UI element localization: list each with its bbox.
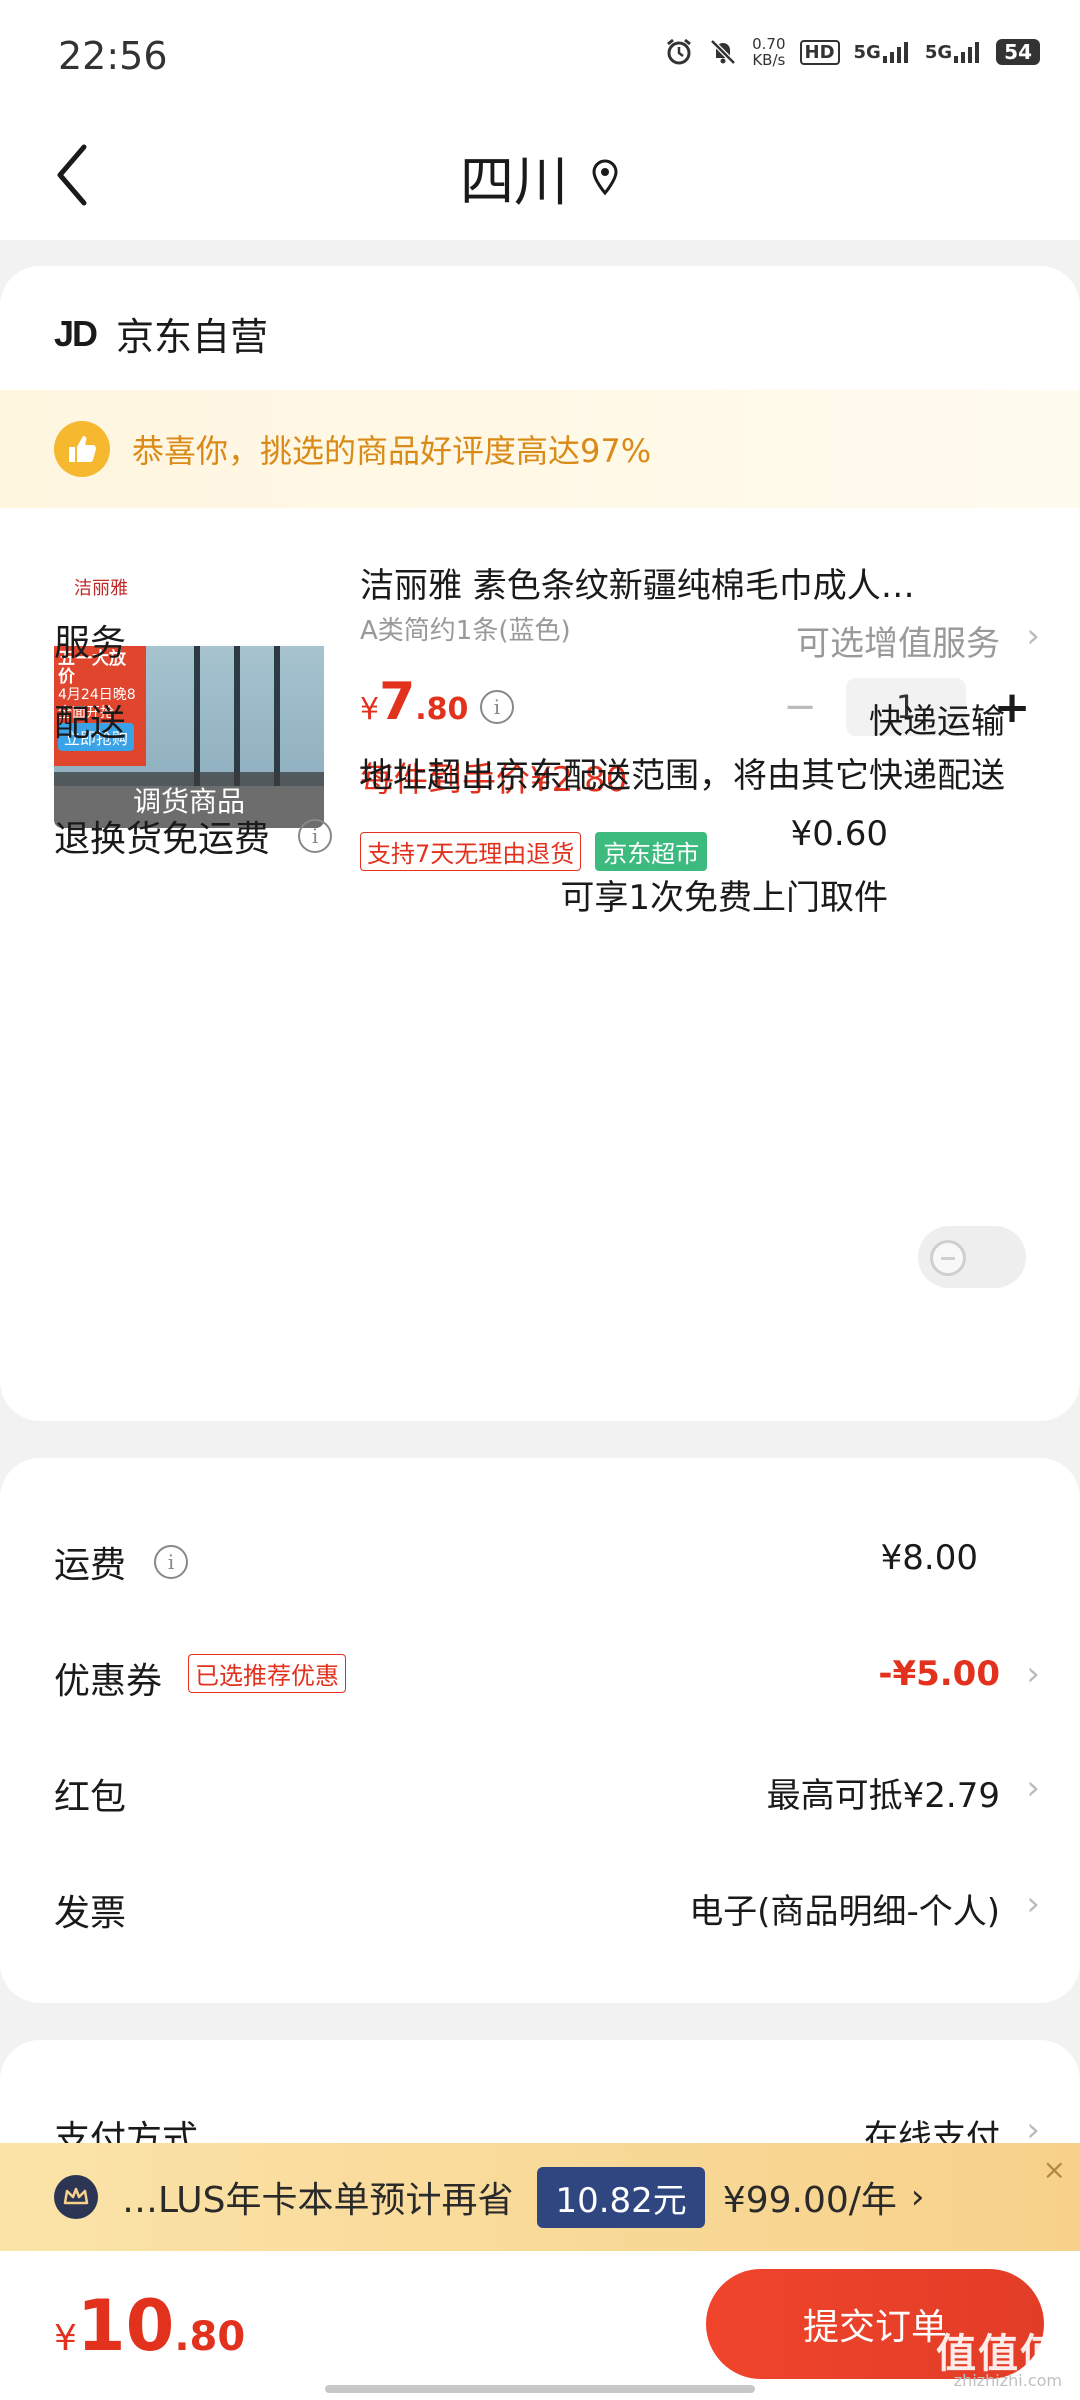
shipping-value: ¥8.00 [880, 1538, 978, 1578]
price-info-icon[interactable]: i [480, 690, 514, 724]
towel-stripe [194, 646, 200, 786]
page-title: 四川 [460, 150, 568, 213]
shop-row[interactable]: JD 京东自营 [54, 306, 268, 361]
invoice-label: 发票 [54, 1893, 127, 1934]
chevron-right-icon[interactable]: › [1026, 1654, 1040, 1694]
service-label: 服务 [54, 623, 127, 664]
chevron-right-icon[interactable]: › [1026, 1884, 1040, 1924]
towel-stripe [274, 646, 280, 786]
invoice-value[interactable]: 电子(商品明细-个人) [689, 1884, 1000, 1933]
plus-banner-text: …LUS年卡本单预计再省 [122, 2180, 514, 2221]
product-title[interactable]: 洁丽雅 素色条纹新疆纯棉毛巾成人… [360, 558, 1000, 607]
home-indicator[interactable] [325, 2385, 755, 2393]
return-info-icon[interactable]: i [298, 819, 333, 853]
delivery-value: 快递运输 [869, 702, 1005, 742]
status-icons: 0.70 KB/s HD 5G 5G 54 [664, 36, 1040, 68]
shipping-info-icon[interactable]: i [154, 1545, 189, 1579]
product-price: ¥ 7 .80 [360, 672, 469, 732]
close-icon[interactable]: × [1043, 2153, 1066, 2186]
supermarket-tag: 京东超市 [595, 832, 708, 871]
page-title-row[interactable]: 四川 [0, 137, 1080, 216]
product-card: JD 京东自营 恭喜你，挑选的商品好评度高达97% 洁丽雅 五一大放价 4月24… [0, 266, 1080, 1421]
thumbs-up-icon [54, 421, 110, 477]
status-bar: 22:56 0.70 KB/s HD 5G 5G 54 [0, 0, 1080, 115]
delivery-note: 地址超出京东配送范围，将由其它快递配送 [359, 756, 1005, 796]
net-speed: 0.70 KB/s [752, 35, 786, 69]
praise-banner: 恭喜你，挑选的商品好评度高达97% [0, 390, 1080, 508]
plus-price: ¥99.00/年 [722, 2180, 897, 2221]
return-shipping-toggle[interactable] [918, 1226, 1026, 1288]
redpacket-label: 红包 [54, 1777, 127, 1818]
alarm-icon [664, 37, 694, 67]
return-shipping-note: 可享1次免费上门取件 [560, 878, 888, 918]
coupon-label: 优惠券 [54, 1661, 163, 1702]
signal-icon: 5G [925, 41, 982, 63]
chevron-right-icon[interactable]: › [1026, 1768, 1040, 1808]
return-shipping-row: 退换货免运费 i [54, 810, 333, 862]
shipping-label: 运费 [54, 1545, 127, 1586]
return-shipping-label: 退换货免运费 [54, 819, 271, 860]
coupon-selected-tag: 已选推荐优惠 [188, 1654, 346, 1693]
location-pin-icon [592, 159, 618, 195]
toggle-knob [930, 1240, 966, 1276]
order-total: ¥ 10 .80 [54, 2285, 246, 2367]
bottom-bar: ¥ 10 .80 提交订单 值值值 zhizhizhi.com [0, 2251, 1080, 2400]
chevron-right-icon[interactable]: › [1026, 616, 1040, 656]
chevron-right-icon: › [910, 2177, 925, 2217]
jd-logo: JD [54, 312, 98, 354]
return-shipping-price: ¥0.60 [790, 814, 888, 854]
mute-icon [708, 37, 738, 67]
watermark-url: zhizhizhi.com [953, 2371, 1062, 2390]
plus-membership-banner[interactable]: …LUS年卡本单预计再省 10.82元 ¥99.00/年 › × [0, 2143, 1080, 2251]
battery-icon: 54 [996, 39, 1040, 65]
redpacket-value[interactable]: 最高可抵¥2.79 [767, 1768, 1000, 1817]
fees-card: 运费 i ¥8.00 优惠券 已选推荐优惠 -¥5.00 › 红包 最高可抵¥2… [0, 1458, 1080, 2003]
header: 四川 [0, 115, 1080, 240]
plus-savings-badge: 10.82元 [537, 2166, 705, 2228]
shop-name: 京东自营 [116, 315, 269, 359]
status-time: 22:56 [58, 34, 168, 78]
hd-icon: HD [799, 39, 840, 65]
product-spec[interactable]: A类简约1条(蓝色) [360, 610, 571, 647]
plus-crown-icon [54, 2175, 98, 2219]
coupon-value[interactable]: -¥5.00 [878, 1654, 1000, 1694]
product-tags: 支持7天无理由退货 京东超市 [360, 832, 708, 871]
product-image[interactable]: 洁丽雅 五一大放价 4月24日晚8 全面开抢 立即抢购 调货商品 [54, 558, 324, 828]
delivery-label: 配送 [54, 703, 127, 744]
signal-icon: 5G [854, 41, 911, 63]
praise-text: 恭喜你，挑选的商品好评度高达97% [132, 432, 652, 470]
shipping-row: 运费 i [54, 1536, 189, 1588]
return-policy-tag: 支持7天无理由退货 [360, 832, 582, 871]
brand-logo: 洁丽雅 [74, 578, 128, 599]
quantity-minus-button[interactable]: − [780, 684, 820, 730]
service-value[interactable]: 可选增值服务 [796, 616, 1000, 665]
towel-stripe [234, 646, 240, 786]
